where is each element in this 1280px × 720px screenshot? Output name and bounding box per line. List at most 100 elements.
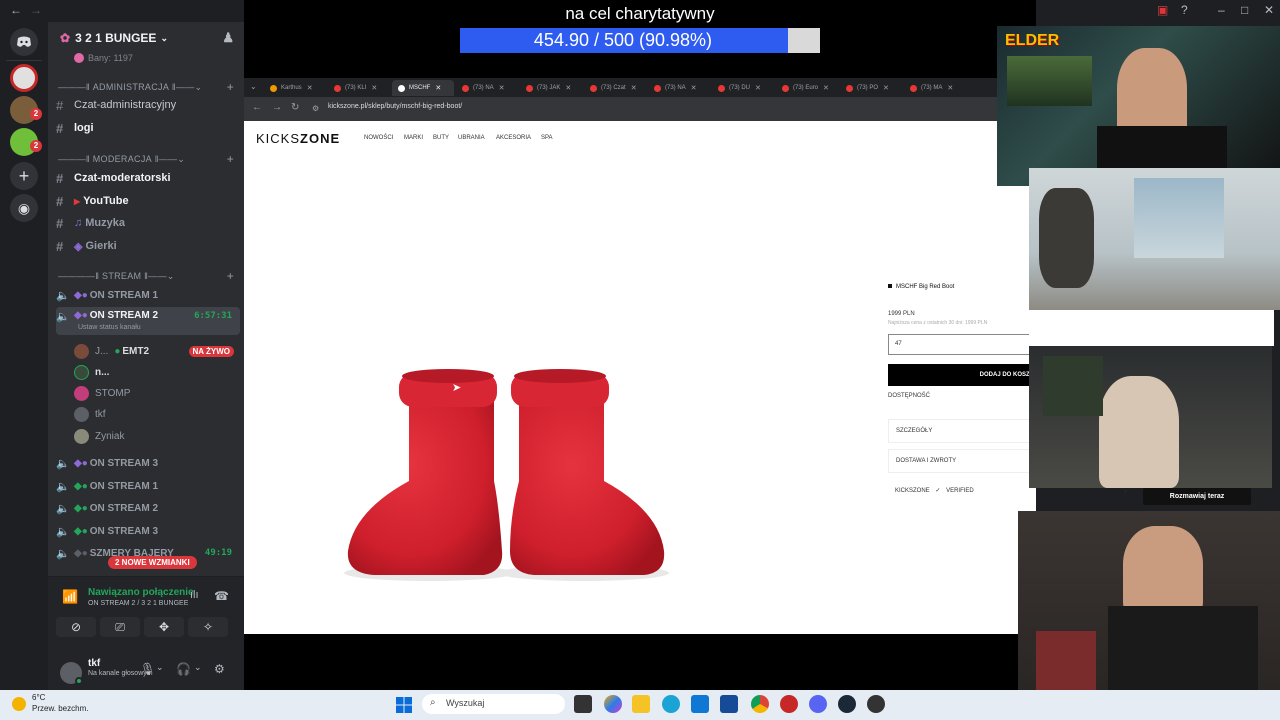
weather-temp[interactable]: 6°C	[32, 693, 45, 702]
availability-link[interactable]: DOSTĘPNOŚĆ	[888, 393, 930, 399]
settings-gear-icon[interactable]: ⚙	[214, 662, 225, 676]
nav-item[interactable]: MARKI	[404, 135, 423, 141]
channel-czat-moderatorski[interactable]: # Czat-moderatorski	[56, 168, 240, 188]
voice-channel-on-stream-1b[interactable]: 🔈 ◆● ON STREAM 1	[56, 476, 240, 496]
browser-tab[interactable]: (73) Euro ✕	[776, 80, 838, 96]
voice-timer: 6:57:31	[194, 311, 232, 321]
maximize-icon[interactable]: □	[1241, 3, 1248, 17]
browser-tab[interactable]: (73) Czat ✕	[584, 80, 646, 96]
voice-channel-on-stream-3b[interactable]: 🔈 ◆● ON STREAM 3	[56, 521, 240, 541]
close-icon[interactable]: ✕	[1264, 3, 1274, 17]
browser-tab[interactable]: (73) NA ✕	[648, 80, 710, 96]
browser-tab[interactable]: (73) DU ✕	[712, 80, 774, 96]
minimize-icon[interactable]: –	[1218, 3, 1225, 17]
chrome-icon[interactable]	[751, 695, 769, 713]
forward-arrow-icon[interactable]: →	[30, 3, 42, 17]
weather-icon[interactable]	[12, 697, 26, 711]
add-channel-icon[interactable]: +	[227, 80, 234, 94]
steam-icon[interactable]	[838, 695, 856, 713]
forward-arrow-icon[interactable]: →	[272, 102, 282, 113]
channel-gierki[interactable]: # ◈ Gierki	[56, 236, 240, 256]
voice-channel-on-stream-2[interactable]: 🔈 ◆● ON STREAM 2 6:57:31 Ustaw status kana…	[56, 307, 240, 335]
weather-desc[interactable]: Przew. bezchm.	[32, 704, 88, 713]
channel-status[interactable]: Ustaw status kanału	[78, 324, 141, 331]
webcam-3	[1029, 346, 1272, 488]
browser-tab[interactable]: (73) NA ✕	[456, 80, 518, 96]
emote-icon: ●	[114, 345, 121, 357]
voice-channel-on-stream-2b[interactable]: 🔈 ◆● ON STREAM 2	[56, 498, 240, 518]
noise-suppression-icon[interactable]: ılı	[190, 589, 199, 601]
channel-partial[interactable]: Bany: 1197	[56, 48, 240, 68]
talk-now-button[interactable]: Rozmawiaj teraz	[1143, 488, 1251, 505]
add-channel-icon[interactable]: +	[227, 269, 234, 283]
edge-icon[interactable]	[662, 695, 680, 713]
nav-item[interactable]: SPA	[541, 135, 553, 141]
channel-logi[interactable]: # logi	[56, 118, 240, 138]
nav-item[interactable]: UBRANIA	[458, 135, 485, 141]
voice-channel-on-stream-3[interactable]: 🔈 ◆● ON STREAM 3	[56, 453, 240, 473]
activities-icon[interactable]: ✥	[144, 617, 184, 637]
avatar	[74, 428, 89, 444]
discord-home-icon[interactable]	[10, 28, 38, 56]
voice-user[interactable]: STOMP	[74, 383, 234, 403]
voice-channel-on-stream-1[interactable]: 🔈 ◆● ON STREAM 1	[56, 285, 240, 305]
browser-tab[interactable]: (73) PO ✕	[840, 80, 902, 96]
back-arrow-icon[interactable]: ←	[252, 102, 262, 113]
microphone-icon[interactable]: 🎙	[140, 662, 155, 676]
browser-tab-active[interactable]: MSCHF ✕	[392, 80, 454, 96]
voice-user[interactable]: tkf	[74, 404, 234, 424]
browser-tab[interactable]: (73) MA ✕	[904, 80, 966, 96]
outlook-icon[interactable]	[691, 695, 709, 713]
disconnect-icon[interactable]: ☎	[214, 589, 229, 603]
nav-item[interactable]: NOWOŚCI	[364, 135, 393, 141]
new-mentions-badge[interactable]: 2 NOWE WZMIANKI	[108, 556, 197, 569]
inbox-icon[interactable]: ▣	[1157, 3, 1168, 17]
server-icon-bungee[interactable]	[10, 64, 38, 92]
category-administracja[interactable]: ———‖ ADMINISTRACJA ‖——⌄ +	[58, 80, 234, 94]
site-logo[interactable]: KICKSZONE	[256, 131, 340, 146]
channel-czat-administracyjny[interactable]: # Czat-administracyjny	[56, 95, 240, 115]
reload-icon[interactable]: ↻	[291, 102, 299, 113]
hash-icon: #	[56, 97, 64, 113]
help-icon[interactable]: ?	[1181, 3, 1188, 17]
voice-user[interactable]: Zyniak	[74, 426, 234, 446]
camera-off-icon[interactable]: ⊘	[56, 617, 96, 637]
site-info-icon[interactable]: ⚙	[312, 104, 319, 113]
voice-user[interactable]: J... ● EMT2 NA ŻYWO	[74, 341, 234, 361]
tab-search-icon[interactable]: ⌄	[250, 82, 257, 91]
signal-icon[interactable]: 📶	[62, 589, 78, 605]
channel-youtube[interactable]: # ▶ YouTube	[56, 191, 240, 211]
store-icon[interactable]	[720, 695, 738, 713]
browser-tab[interactable]: (73) JAK ✕	[520, 80, 582, 96]
screen-share-icon[interactable]: ⎚	[100, 617, 140, 637]
back-arrow-icon[interactable]: ←	[10, 3, 22, 17]
category-moderacja[interactable]: ———‖ MODERACJA ‖——⌄ +	[58, 152, 234, 166]
task-view-icon[interactable]	[574, 695, 592, 713]
browser-tab[interactable]: Karthus ✕	[264, 80, 326, 96]
discord-taskbar-icon[interactable]	[809, 695, 827, 713]
windows-start-icon[interactable]	[396, 697, 412, 713]
nav-item[interactable]: BUTY	[433, 135, 449, 141]
add-channel-icon[interactable]: +	[227, 152, 234, 166]
chevron-down-icon[interactable]: ⌄	[156, 662, 164, 673]
voice-user[interactable]: n...	[74, 362, 234, 382]
app-icon-red[interactable]	[780, 695, 798, 713]
browser-tab[interactable]: (73) KLI ✕	[328, 80, 390, 96]
headphones-icon[interactable]: 🎧	[176, 662, 191, 676]
url-field[interactable]: kickszone.pl/sklep/buty/mschf-big-red-bo…	[328, 103, 462, 110]
add-server-icon[interactable]: +	[10, 162, 38, 190]
nav-item[interactable]: AKCESORIA	[496, 135, 531, 141]
copilot-icon[interactable]	[604, 695, 622, 713]
taskbar-search[interactable]: ⌕ Wyszukaj	[422, 694, 565, 714]
unread-badge: 2	[30, 108, 42, 120]
chevron-down-icon[interactable]: ⌄	[194, 662, 202, 673]
product-image[interactable]	[334, 281, 674, 586]
explore-compass-icon[interactable]: ◉	[10, 194, 38, 222]
obs-icon[interactable]	[867, 695, 885, 713]
category-stream[interactable]: ————‖ STREAM ‖——⌄ +	[58, 269, 234, 283]
charity-title: na cel charytatywny	[565, 4, 715, 23]
channel-muzyka[interactable]: # ♫ Muzyka	[56, 213, 240, 233]
file-explorer-icon[interactable]	[632, 695, 650, 713]
soundboard-icon[interactable]: ✧	[188, 617, 228, 637]
add-member-icon[interactable]: ♟	[222, 30, 234, 46]
